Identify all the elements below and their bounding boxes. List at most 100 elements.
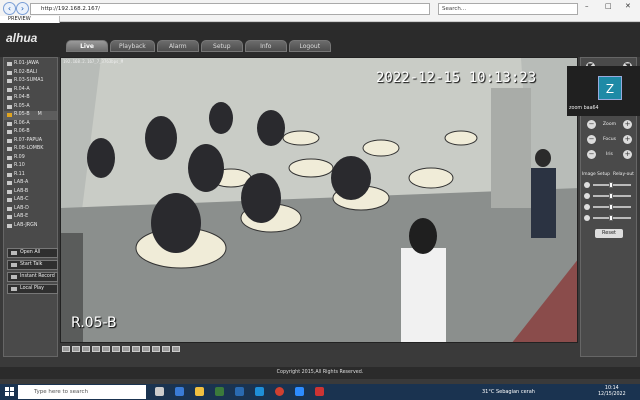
- zoom-app-icon[interactable]: [295, 387, 304, 396]
- camera-item[interactable]: R.08-LOMBK: [4, 145, 57, 154]
- taskbar-search-input[interactable]: Type here to search: [18, 385, 146, 399]
- contrast-slider[interactable]: [593, 193, 631, 199]
- taskbar-clock[interactable]: 10:14 12/15/2022: [598, 386, 626, 398]
- chrome-icon[interactable]: [275, 387, 284, 396]
- brightness-slider[interactable]: [593, 182, 631, 188]
- camera-item[interactable]: R.04-A: [4, 86, 57, 95]
- maximize-icon[interactable]: □: [605, 2, 612, 10]
- edge-icon[interactable]: [175, 387, 184, 396]
- task-view-icon[interactable]: [155, 387, 164, 396]
- tab-setup[interactable]: Setup: [200, 40, 243, 52]
- brightness-icon: [584, 182, 590, 188]
- camera-item[interactable]: R.06-A: [4, 120, 57, 129]
- contrast-icon: [584, 193, 590, 199]
- camera-item[interactable]: R.07-PAPUA: [4, 137, 57, 146]
- start-talk-button[interactable]: Start Talk: [7, 260, 58, 270]
- saturation-icon: [584, 204, 590, 210]
- camera-item[interactable]: R.05-A: [4, 103, 57, 112]
- browser-tab[interactable]: PREVIEW: [0, 16, 60, 23]
- camera-item[interactable]: LAB-B: [4, 188, 57, 197]
- ie-icon[interactable]: [255, 387, 264, 396]
- camera-icon: [7, 223, 12, 228]
- local-play-button[interactable]: Local Play: [7, 284, 58, 294]
- layout-16-icon[interactable]: [92, 346, 100, 352]
- focus-plus-icon[interactable]: +: [623, 135, 632, 144]
- zoom-out-icon[interactable]: −: [587, 120, 596, 129]
- camera-item[interactable]: LAB-D: [4, 205, 57, 214]
- tab-info[interactable]: Info: [244, 40, 287, 52]
- camera-item[interactable]: R.11: [4, 171, 57, 180]
- footer: Copyright 2015,All Rights Reserved.: [0, 367, 640, 379]
- settings-icon[interactable]: [152, 346, 160, 352]
- camera-item[interactable]: R.10: [4, 162, 57, 171]
- close-icon[interactable]: ✕: [625, 2, 631, 10]
- browser-toolbar: ‹ › http://192.168.2.167/ Search... – □ …: [0, 0, 640, 23]
- address-bar[interactable]: http://192.168.2.167/: [30, 3, 430, 15]
- camera-item[interactable]: R.04-B: [4, 94, 57, 103]
- relay-out-tab[interactable]: Relay-out: [613, 172, 634, 177]
- camera-icon: [7, 87, 12, 92]
- record-icon: [11, 275, 17, 279]
- iris-plus-icon[interactable]: +: [623, 150, 632, 159]
- stream-info: 192.168.2.167_7_3763bps_M: [63, 59, 124, 64]
- instant-record-button[interactable]: Instant Record: [7, 272, 58, 282]
- minimize-icon[interactable]: –: [585, 2, 589, 10]
- close-all-icon[interactable]: [172, 346, 180, 352]
- camera-item[interactable]: R.05-B M: [4, 111, 57, 120]
- open-all-button[interactable]: Open All: [7, 248, 58, 258]
- zoom-in-icon[interactable]: [142, 346, 150, 352]
- camera-item[interactable]: R.06-B: [4, 128, 57, 137]
- camera-item[interactable]: R.09: [4, 154, 57, 163]
- camera-item-label: LAB-E: [14, 214, 29, 219]
- layout-1-icon[interactable]: [62, 346, 70, 352]
- tab-logout[interactable]: Logout: [288, 40, 331, 52]
- browser-search-input[interactable]: Search...: [438, 3, 578, 15]
- record-toggle-icon[interactable]: [122, 346, 130, 352]
- camera-item-label: LAB-D: [14, 205, 29, 211]
- mail-icon[interactable]: [235, 387, 244, 396]
- camera-item[interactable]: R.02-BALI: [4, 69, 57, 78]
- weather-widget[interactable]: 31°C Sebagian cerah: [482, 389, 535, 395]
- hue-slider[interactable]: [593, 215, 631, 221]
- focus-minus-icon[interactable]: −: [587, 135, 596, 144]
- camera-icon: [7, 113, 12, 118]
- back-icon[interactable]: ‹: [3, 2, 16, 15]
- snapshot-icon[interactable]: [112, 346, 120, 352]
- forward-icon[interactable]: ›: [16, 2, 29, 15]
- tab-playback[interactable]: Playback: [110, 40, 155, 52]
- camera-item[interactable]: LAB-C: [4, 196, 57, 205]
- camera-item[interactable]: LAB-JRGN: [4, 222, 57, 231]
- main-stream-badge: M: [37, 112, 42, 117]
- camera-icon: [7, 104, 12, 109]
- hue-knob[interactable]: [609, 215, 613, 221]
- app-header: alhua Live Playback Alarm Setup Info Log…: [0, 23, 640, 57]
- camera-item[interactable]: LAB-A: [4, 179, 57, 188]
- fullscreen-icon[interactable]: [102, 346, 110, 352]
- saturation-knob[interactable]: [609, 204, 613, 210]
- reset-button[interactable]: Reset: [595, 229, 623, 238]
- windows-start-icon[interactable]: [5, 387, 14, 396]
- layout-4-icon[interactable]: [72, 346, 80, 352]
- layout-9-icon[interactable]: [82, 346, 90, 352]
- image-setup-tab[interactable]: Image Setup: [582, 172, 610, 177]
- camera-item-label: R.03-SUMA1: [14, 78, 44, 83]
- brightness-knob[interactable]: [609, 182, 613, 188]
- store-icon[interactable]: [215, 387, 224, 396]
- saturation-slider[interactable]: [593, 204, 631, 210]
- iris-minus-icon[interactable]: −: [587, 150, 596, 159]
- audio-icon[interactable]: [132, 346, 140, 352]
- tab-live[interactable]: Live: [66, 40, 108, 52]
- zoom-in-button-icon[interactable]: +: [623, 120, 632, 129]
- logo: alhua: [6, 31, 38, 45]
- stream-type-icon[interactable]: [162, 346, 170, 352]
- camera-list[interactable]: R.01-JAWA R.02-BALI R.03-SUMA1 R.04-A R.04-B…: [4, 58, 57, 236]
- video-view[interactable]: 192.168.2.167_7_3763bps_M 2022-12-15 10:…: [60, 57, 578, 343]
- tab-alarm[interactable]: Alarm: [156, 40, 199, 52]
- camera-item[interactable]: R.01-JAWA: [4, 60, 57, 69]
- app-red-icon[interactable]: [315, 387, 324, 396]
- camera-item[interactable]: R.03-SUMA1: [4, 77, 57, 86]
- file-explorer-icon[interactable]: [195, 387, 204, 396]
- camera-item[interactable]: LAB-E: [4, 213, 57, 222]
- zoom-participant-tile[interactable]: Z zoom baa64: [567, 66, 640, 116]
- contrast-knob[interactable]: [609, 193, 613, 199]
